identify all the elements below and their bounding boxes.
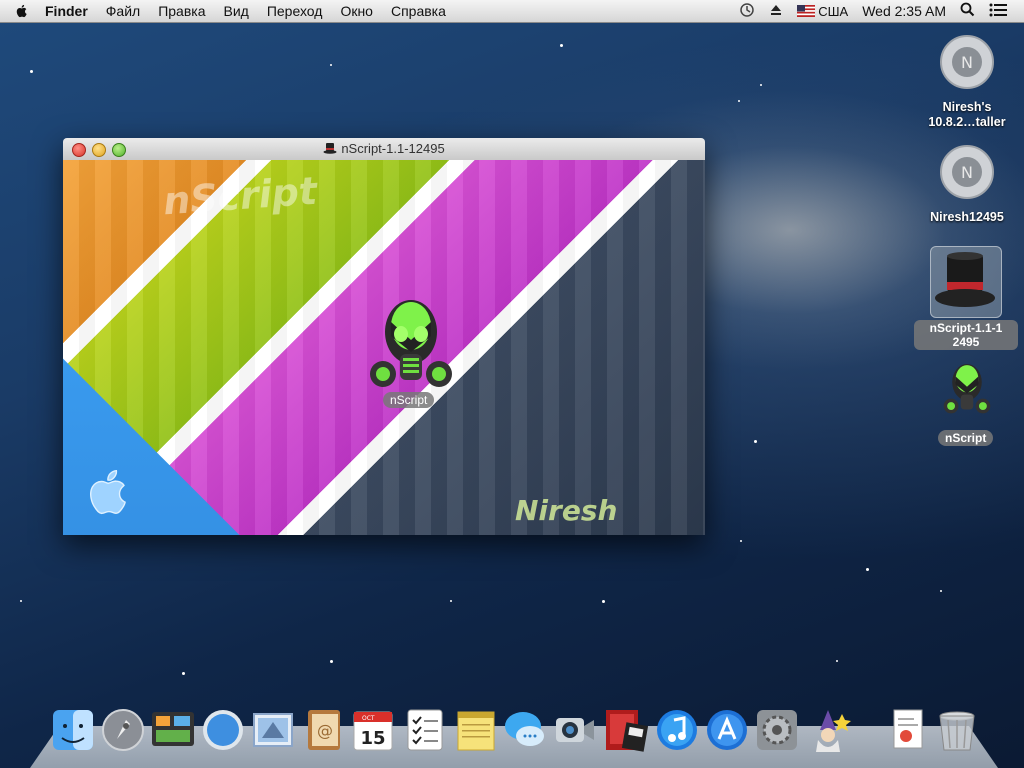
menu-file[interactable]: Файл: [97, 3, 149, 19]
desktop-disk-label: Niresh's 10.8.2…taller: [928, 100, 1006, 129]
nscript-icon-label: nScript: [383, 392, 435, 408]
calendar-icon[interactable]: 15 OCT: [350, 706, 396, 754]
disk-icon: N: [940, 145, 994, 199]
menu-window[interactable]: Окно: [331, 3, 382, 19]
svg-text:@: @: [317, 721, 333, 740]
svg-text:N: N: [961, 163, 973, 182]
wizard-icon[interactable]: [808, 706, 854, 754]
calendar-month: OCT: [362, 715, 375, 722]
menu-go[interactable]: Переход: [258, 3, 332, 19]
top-hat-icon: [323, 143, 337, 154]
spotlight-search-icon[interactable]: [953, 2, 982, 20]
svg-text:N: N: [961, 53, 973, 72]
desktop-dmg-nscript[interactable]: nScript-1.1-1 2495: [912, 244, 1022, 352]
menu-edit[interactable]: Правка: [149, 3, 214, 19]
contacts-icon[interactable]: @: [300, 706, 346, 754]
reminders-icon[interactable]: [402, 706, 448, 754]
nscript-watermark: nScript: [161, 168, 319, 224]
nscript-app-icon[interactable]: nScript: [367, 296, 455, 412]
notification-center-icon[interactable]: [982, 3, 1014, 20]
menu-view[interactable]: Вид: [215, 3, 258, 19]
desktop-dmg-label: nScript-1.1-1 2495: [914, 320, 1018, 350]
window-titlebar[interactable]: nScript-1.1-12495: [63, 138, 705, 161]
input-source-menu[interactable]: США: [790, 4, 855, 19]
finder-window: nScript-1.1-12495 nScript Niresh nScript: [63, 138, 705, 535]
menu-help[interactable]: Справка: [382, 3, 455, 19]
eject-icon[interactable]: [762, 3, 790, 20]
disk-icon: N: [940, 35, 994, 89]
notes-icon[interactable]: [452, 706, 498, 754]
safari-icon[interactable]: [200, 706, 246, 754]
finder-icon[interactable]: [50, 706, 96, 754]
desktop-nscript-app[interactable]: nScript: [912, 360, 1022, 450]
desktop-nscript-label: nScript: [938, 430, 994, 446]
window-content: nScript Niresh nScript: [63, 160, 705, 535]
window-title: nScript-1.1-12495: [63, 141, 705, 156]
app-store-icon[interactable]: [704, 706, 750, 754]
desktop-disk-label: Niresh12495: [930, 210, 1004, 224]
apple-menu-icon[interactable]: [14, 3, 30, 19]
clock[interactable]: Wed 2:35 AM: [855, 3, 953, 19]
niresh-watermark: Niresh: [515, 494, 618, 527]
apple-logo-icon: [90, 469, 126, 515]
menu-app-name[interactable]: Finder: [36, 3, 97, 19]
itunes-icon[interactable]: [654, 706, 700, 754]
gas-mask-icon: [370, 300, 452, 387]
mail-icon[interactable]: [250, 706, 296, 754]
documents-stack-icon[interactable]: [884, 706, 930, 754]
top-hat-icon: [935, 252, 995, 307]
gas-mask-icon: [943, 364, 991, 414]
launchpad-icon[interactable]: [100, 706, 146, 754]
messages-icon[interactable]: [502, 706, 548, 754]
facetime-icon[interactable]: [552, 706, 598, 754]
mission-control-icon[interactable]: [150, 706, 196, 754]
photo-booth-icon[interactable]: [602, 706, 648, 754]
menu-bar: Finder Файл Правка Вид Переход Окно Спра…: [0, 0, 1024, 23]
calendar-day: 15: [360, 728, 385, 749]
input-source-label: США: [818, 3, 849, 19]
system-preferences-icon[interactable]: [754, 706, 800, 754]
desktop-disk-niresh12495[interactable]: N Niresh12495: [912, 144, 1022, 228]
trash-icon[interactable]: [934, 706, 980, 754]
time-machine-icon[interactable]: [732, 2, 762, 21]
desktop-disk-niresh-installer[interactable]: N Niresh's 10.8.2…taller: [912, 34, 1022, 130]
us-flag-icon: [797, 5, 816, 17]
